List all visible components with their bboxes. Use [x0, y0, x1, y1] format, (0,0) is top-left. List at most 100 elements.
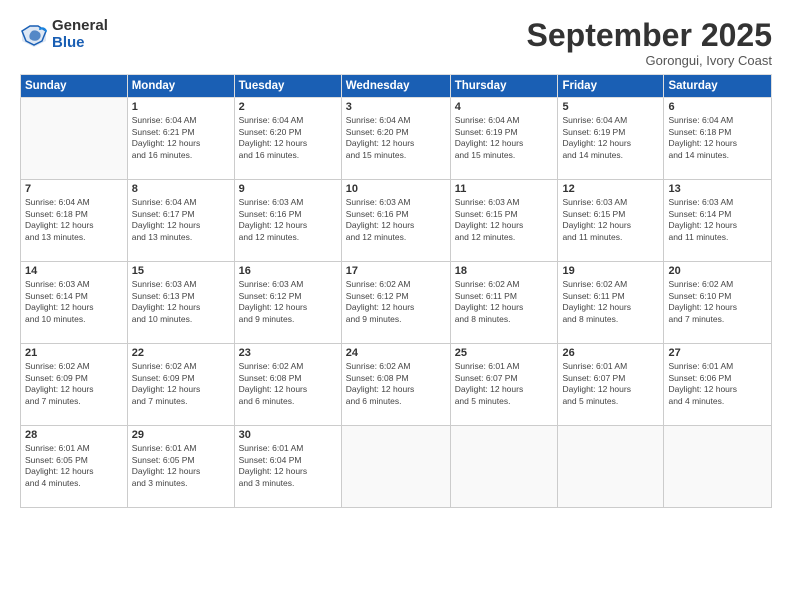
calendar-cell: 9 Sunrise: 6:03 AM Sunset: 6:16 PM Daylig… — [234, 180, 341, 262]
day-number: 11 — [455, 183, 554, 195]
day-number: 12 — [562, 183, 659, 195]
calendar-cell: 2Sunrise: 6:04 AM Sunset: 6:20 PM Daylig… — [234, 98, 341, 180]
calendar-cell — [558, 426, 664, 508]
calendar-week-3: 21 Sunrise: 6:02 AM Sunset: 6:09 PM Dayli… — [21, 344, 772, 426]
logo-blue-text: Blue — [52, 35, 108, 52]
day-info: Sunrise: 6:02 AM Sunset: 6:11 PM Dayligh… — [455, 279, 554, 325]
calendar-cell: 14 Sunrise: 6:03 AM Sunset: 6:14 PM Dayli… — [21, 262, 128, 344]
day-number: 26 — [562, 347, 659, 359]
calendar-cell: 11 Sunrise: 6:03 AM Sunset: 6:15 PM Dayli… — [450, 180, 558, 262]
day-info: Sunrise: 6:02 AM Sunset: 6:12 PM Dayligh… — [346, 279, 446, 325]
calendar-cell: 17 Sunrise: 6:02 AM Sunset: 6:12 PM Dayli… — [341, 262, 450, 344]
day-info: Sunrise: 6:02 AM Sunset: 6:09 PM Dayligh… — [25, 361, 123, 407]
day-info: Sunrise: 6:04 AM Sunset: 6:18 PM Dayligh… — [25, 197, 123, 243]
calendar-cell: 13 Sunrise: 6:03 AM Sunset: 6:14 PM Dayli… — [664, 180, 772, 262]
day-info: Sunrise: 6:04 AM Sunset: 6:20 PM Dayligh… — [239, 115, 337, 161]
header-friday: Friday — [558, 75, 664, 98]
day-info: Sunrise: 6:02 AM Sunset: 6:09 PM Dayligh… — [132, 361, 230, 407]
day-number: 14 — [25, 265, 123, 277]
day-info: Sunrise: 6:02 AM Sunset: 6:08 PM Dayligh… — [346, 361, 446, 407]
day-info: Sunrise: 6:04 AM Sunset: 6:19 PM Dayligh… — [455, 115, 554, 161]
calendar-cell: 30Sunrise: 6:01 AM Sunset: 6:04 PM Dayli… — [234, 426, 341, 508]
calendar-cell: 20Sunrise: 6:02 AM Sunset: 6:10 PM Dayli… — [664, 262, 772, 344]
day-info: Sunrise: 6:04 AM Sunset: 6:18 PM Dayligh… — [668, 115, 767, 161]
day-number: 30 — [239, 429, 337, 441]
day-info: Sunrise: 6:03 AM Sunset: 6:14 PM Dayligh… — [668, 197, 767, 243]
logo-general-text: General — [52, 18, 108, 35]
day-info: Sunrise: 6:01 AM Sunset: 6:05 PM Dayligh… — [25, 443, 123, 489]
calendar-cell: 5 Sunrise: 6:04 AM Sunset: 6:19 PM Daylig… — [558, 98, 664, 180]
day-number: 1 — [132, 101, 230, 113]
day-info: Sunrise: 6:01 AM Sunset: 6:05 PM Dayligh… — [132, 443, 230, 489]
day-number: 22 — [132, 347, 230, 359]
day-info: Sunrise: 6:04 AM Sunset: 6:17 PM Dayligh… — [132, 197, 230, 243]
header-thursday: Thursday — [450, 75, 558, 98]
calendar-cell: 16 Sunrise: 6:03 AM Sunset: 6:12 PM Dayli… — [234, 262, 341, 344]
header-wednesday: Wednesday — [341, 75, 450, 98]
header-monday: Monday — [127, 75, 234, 98]
header-tuesday: Tuesday — [234, 75, 341, 98]
day-number: 8 — [132, 183, 230, 195]
calendar-cell: 12Sunrise: 6:03 AM Sunset: 6:15 PM Dayli… — [558, 180, 664, 262]
day-number: 15 — [132, 265, 230, 277]
day-info: Sunrise: 6:01 AM Sunset: 6:07 PM Dayligh… — [562, 361, 659, 407]
calendar-cell: 22 Sunrise: 6:02 AM Sunset: 6:09 PM Dayli… — [127, 344, 234, 426]
day-number: 7 — [25, 183, 123, 195]
day-number: 28 — [25, 429, 123, 441]
day-info: Sunrise: 6:03 AM Sunset: 6:14 PM Dayligh… — [25, 279, 123, 325]
calendar-cell — [341, 426, 450, 508]
day-number: 13 — [668, 183, 767, 195]
day-info: Sunrise: 6:03 AM Sunset: 6:12 PM Dayligh… — [239, 279, 337, 325]
day-number: 16 — [239, 265, 337, 277]
day-info: Sunrise: 6:03 AM Sunset: 6:13 PM Dayligh… — [132, 279, 230, 325]
calendar-week-2: 14 Sunrise: 6:03 AM Sunset: 6:14 PM Dayli… — [21, 262, 772, 344]
calendar-cell: 29 Sunrise: 6:01 AM Sunset: 6:05 PM Dayli… — [127, 426, 234, 508]
calendar-cell — [450, 426, 558, 508]
day-info: Sunrise: 6:02 AM Sunset: 6:10 PM Dayligh… — [668, 279, 767, 325]
calendar-cell: 25Sunrise: 6:01 AM Sunset: 6:07 PM Dayli… — [450, 344, 558, 426]
day-info: Sunrise: 6:03 AM Sunset: 6:16 PM Dayligh… — [239, 197, 337, 243]
calendar-cell — [664, 426, 772, 508]
day-number: 27 — [668, 347, 767, 359]
calendar-cell: 10Sunrise: 6:03 AM Sunset: 6:16 PM Dayli… — [341, 180, 450, 262]
calendar-cell: 26 Sunrise: 6:01 AM Sunset: 6:07 PM Dayli… — [558, 344, 664, 426]
day-number: 18 — [455, 265, 554, 277]
location-subtitle: Gorongui, Ivory Coast — [527, 53, 772, 68]
day-number: 23 — [239, 347, 337, 359]
page: General Blue September 2025 Gorongui, Iv… — [0, 0, 792, 612]
month-title: September 2025 — [527, 18, 772, 53]
calendar-table: Sunday Monday Tuesday Wednesday Thursday… — [20, 74, 772, 508]
header: General Blue September 2025 Gorongui, Iv… — [20, 18, 772, 68]
day-number: 29 — [132, 429, 230, 441]
calendar-cell: 24Sunrise: 6:02 AM Sunset: 6:08 PM Dayli… — [341, 344, 450, 426]
calendar-cell: 15 Sunrise: 6:03 AM Sunset: 6:13 PM Dayli… — [127, 262, 234, 344]
header-saturday: Saturday — [664, 75, 772, 98]
calendar-week-1: 7 Sunrise: 6:04 AM Sunset: 6:18 PM Daylig… — [21, 180, 772, 262]
header-sunday: Sunday — [21, 75, 128, 98]
calendar-cell: 27 Sunrise: 6:01 AM Sunset: 6:06 PM Dayli… — [664, 344, 772, 426]
calendar-cell: 23 Sunrise: 6:02 AM Sunset: 6:08 PM Dayli… — [234, 344, 341, 426]
calendar-cell: 28 Sunrise: 6:01 AM Sunset: 6:05 PM Dayli… — [21, 426, 128, 508]
calendar-cell: 6 Sunrise: 6:04 AM Sunset: 6:18 PM Daylig… — [664, 98, 772, 180]
day-info: Sunrise: 6:04 AM Sunset: 6:19 PM Dayligh… — [562, 115, 659, 161]
day-number: 5 — [562, 101, 659, 113]
calendar-week-0: 1Sunrise: 6:04 AM Sunset: 6:21 PM Daylig… — [21, 98, 772, 180]
day-number: 9 — [239, 183, 337, 195]
day-number: 6 — [668, 101, 767, 113]
day-info: Sunrise: 6:02 AM Sunset: 6:08 PM Dayligh… — [239, 361, 337, 407]
day-number: 4 — [455, 101, 554, 113]
title-block: September 2025 Gorongui, Ivory Coast — [527, 18, 772, 68]
calendar-cell: 19Sunrise: 6:02 AM Sunset: 6:11 PM Dayli… — [558, 262, 664, 344]
day-info: Sunrise: 6:04 AM Sunset: 6:20 PM Dayligh… — [346, 115, 446, 161]
day-number: 17 — [346, 265, 446, 277]
logo-text: General Blue — [52, 18, 108, 51]
calendar-cell: 3Sunrise: 6:04 AM Sunset: 6:20 PM Daylig… — [341, 98, 450, 180]
calendar-cell: 21 Sunrise: 6:02 AM Sunset: 6:09 PM Dayli… — [21, 344, 128, 426]
day-info: Sunrise: 6:01 AM Sunset: 6:06 PM Dayligh… — [668, 361, 767, 407]
day-number: 19 — [562, 265, 659, 277]
calendar-week-4: 28 Sunrise: 6:01 AM Sunset: 6:05 PM Dayli… — [21, 426, 772, 508]
day-info: Sunrise: 6:01 AM Sunset: 6:07 PM Dayligh… — [455, 361, 554, 407]
day-number: 21 — [25, 347, 123, 359]
calendar-cell — [21, 98, 128, 180]
day-info: Sunrise: 6:03 AM Sunset: 6:15 PM Dayligh… — [455, 197, 554, 243]
